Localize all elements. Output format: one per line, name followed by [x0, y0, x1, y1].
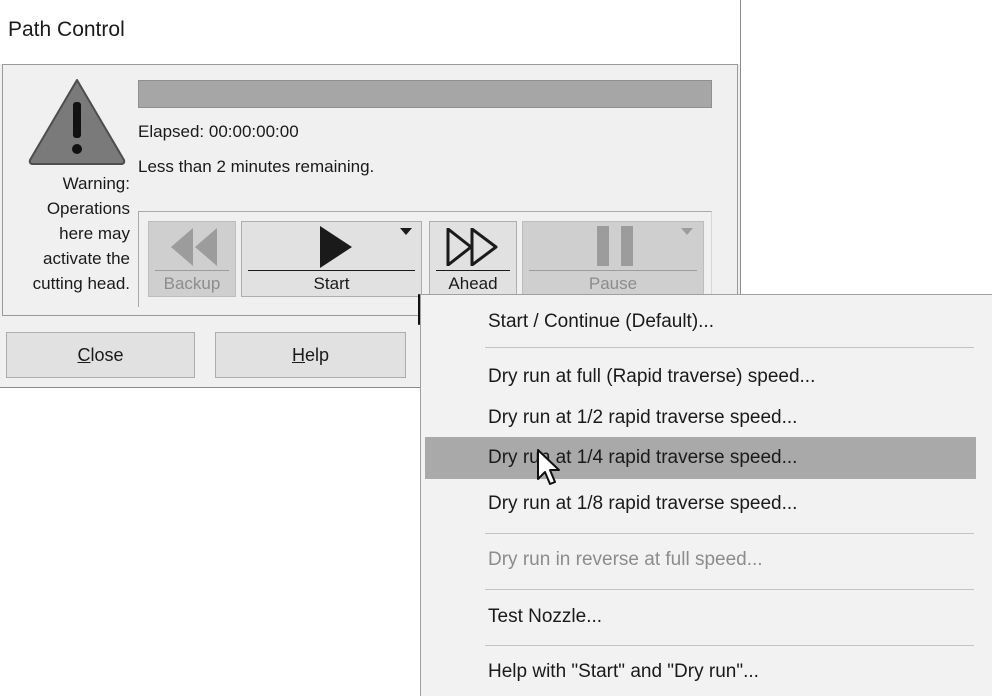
- elapsed-time: Elapsed: 00:00:00:00: [138, 122, 299, 141]
- menu-separator: [485, 347, 974, 348]
- menu-separator: [485, 589, 974, 590]
- menu-item-help-start-dry-run[interactable]: Help with "Start" and "Dry run"...: [425, 651, 976, 693]
- menu-item-test-nozzle[interactable]: Test Nozzle...: [425, 596, 976, 638]
- warning-triangle-icon: [28, 79, 126, 165]
- menu-item-dry-run-eighth[interactable]: Dry run at 1/8 rapid traverse speed...: [425, 483, 976, 525]
- warning-line: here may: [59, 224, 130, 243]
- menu-item-dry-run-reverse[interactable]: Dry run in reverse at full speed...: [425, 539, 976, 581]
- help-button[interactable]: Help: [215, 332, 406, 378]
- backup-button[interactable]: Backup: [148, 221, 236, 297]
- start-dropdown-menu: Start / Continue (Default)... Dry run at…: [420, 294, 992, 696]
- dropdown-arrow-icon[interactable]: [400, 228, 412, 235]
- menu-item-dry-run-half[interactable]: Dry run at 1/2 rapid traverse speed...: [425, 397, 976, 439]
- start-label: Start: [313, 274, 350, 293]
- pause-icon: [597, 226, 633, 266]
- pause-label: Pause: [588, 274, 638, 293]
- close-button[interactable]: Close: [6, 332, 195, 378]
- mouse-pointer-icon: [537, 449, 560, 485]
- rewind-icon: [171, 228, 217, 266]
- warning-line: cutting head.: [32, 274, 130, 293]
- ahead-label: Ahead: [448, 274, 498, 293]
- title-bar: Path Control: [0, 0, 740, 64]
- dropdown-arrow-icon[interactable]: [681, 228, 693, 235]
- warning-line: Warning:: [62, 174, 130, 193]
- menu-separator: [485, 645, 974, 646]
- window-title: Path Control: [8, 18, 125, 41]
- warning-line: activate the: [43, 249, 130, 268]
- pause-button[interactable]: Pause: [522, 221, 704, 297]
- backup-label: Backup: [163, 274, 221, 293]
- menu-item-dry-run-full[interactable]: Dry run at full (Rapid traverse) speed..…: [425, 356, 976, 398]
- warning-line: Operations: [46, 199, 130, 218]
- remaining-time: Less than 2 minutes remaining.: [138, 157, 375, 176]
- menu-separator: [485, 533, 974, 534]
- menu-item-start-continue[interactable]: Start / Continue (Default)...: [425, 301, 976, 343]
- menu-item-dry-run-quarter[interactable]: Dry run at 1/4 rapid traverse speed...: [425, 437, 976, 479]
- fast-forward-icon: [446, 228, 498, 266]
- play-icon: [320, 226, 352, 268]
- warning-message: Warning: Operations here may activate th…: [6, 171, 130, 296]
- ahead-button[interactable]: Ahead: [429, 221, 517, 297]
- start-button[interactable]: Start: [241, 221, 422, 297]
- progress-bar: [138, 80, 712, 108]
